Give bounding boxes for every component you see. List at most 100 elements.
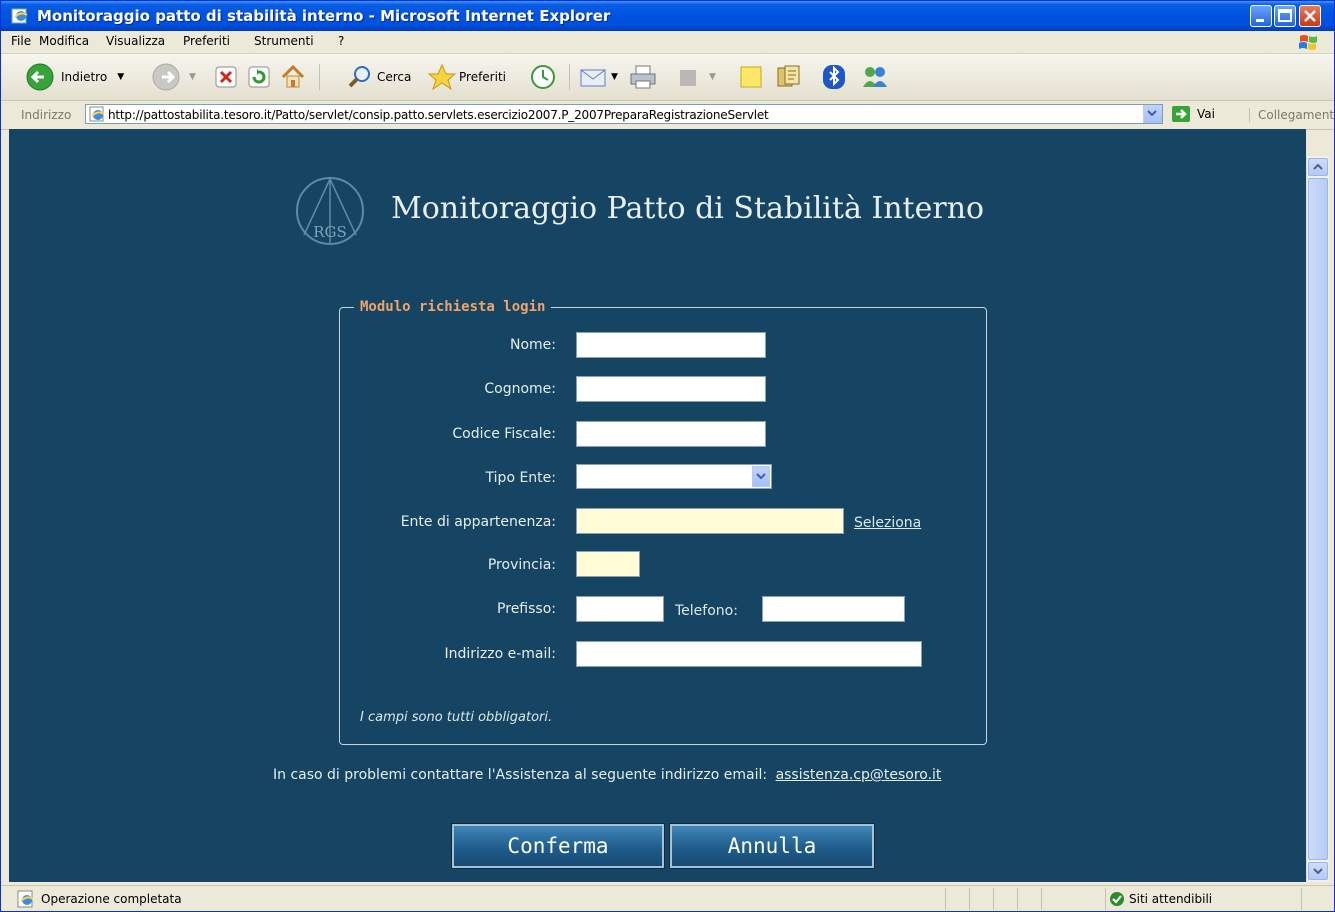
chevron-down-icon	[756, 473, 766, 480]
security-zone: Siti attendibili	[1129, 892, 1213, 906]
favorites-label: Preferiti	[459, 70, 506, 84]
prefisso-input[interactable]	[576, 596, 664, 622]
menu-modifica[interactable]: Modifica	[39, 34, 89, 48]
messenger-icon	[863, 67, 887, 87]
tipo-ente-label: Tipo Ente:	[485, 470, 556, 486]
edit-icon	[680, 70, 696, 86]
maximize-button[interactable]	[1274, 5, 1296, 27]
home-icon	[281, 64, 305, 88]
back-button[interactable]: Indietro ▼	[25, 62, 124, 92]
ente-appartenenza-input[interactable]	[576, 508, 844, 534]
links-button[interactable]: Collegamenti	[1249, 108, 1334, 122]
ie-page-icon	[11, 8, 28, 24]
window-title: Monitoraggio patto di stabilità interno …	[37, 7, 611, 25]
go-label: Vai	[1197, 107, 1215, 121]
print-button[interactable]	[629, 62, 657, 92]
minimize-icon	[1256, 19, 1264, 22]
toolbar: Indietro ▼ ▼ Cerca Preferiti ▼ ▼	[1, 54, 1334, 101]
research-button[interactable]	[775, 62, 805, 92]
refresh-icon	[248, 66, 270, 88]
address-dropdown-button[interactable]	[1143, 105, 1162, 123]
notes-button[interactable]	[737, 62, 765, 92]
cognome-input[interactable]	[576, 376, 766, 402]
chevron-down-icon	[1147, 110, 1157, 117]
sticky-note-icon	[740, 66, 762, 88]
search-button[interactable]: Cerca	[347, 62, 411, 92]
back-label: Indietro	[61, 70, 108, 84]
search-icon	[348, 66, 370, 88]
mail-dropdown-icon[interactable]: ▼	[611, 72, 618, 82]
forward-arrow-icon	[152, 63, 180, 91]
back-dropdown-icon[interactable]: ▼	[117, 72, 124, 82]
edit-dropdown-icon[interactable]: ▼	[709, 72, 716, 82]
scroll-down-button[interactable]	[1308, 862, 1328, 880]
provincia-label: Provincia:	[487, 557, 556, 573]
tipo-ente-dropdown-button[interactable]	[752, 466, 770, 487]
address-label: Indirizzo	[21, 108, 72, 122]
prefisso-label: Prefisso:	[497, 601, 556, 617]
cognome-label: Cognome:	[484, 381, 556, 397]
email-input[interactable]	[576, 641, 922, 667]
favorites-star-icon	[427, 63, 457, 91]
close-button[interactable]	[1299, 5, 1321, 27]
favorites-button[interactable]: Preferiti	[427, 62, 506, 92]
stop-button[interactable]	[214, 62, 238, 92]
search-label: Cerca	[377, 70, 412, 84]
history-icon	[531, 65, 555, 89]
bluetooth-button[interactable]	[821, 62, 847, 92]
trusted-sites-check-icon	[1110, 892, 1124, 906]
title-bar[interactable]: Monitoraggio patto di stabilità interno …	[1, 1, 1334, 31]
menu-file[interactable]: File	[11, 34, 31, 48]
help-email-link[interactable]: assistenza.cp@tesoro.it	[776, 767, 942, 783]
edit-button[interactable]: ▼	[677, 62, 716, 92]
chevron-down-icon	[1313, 868, 1323, 875]
address-url: http://pattostabilita.tesoro.it/Patto/se…	[108, 108, 769, 122]
nome-input[interactable]	[576, 332, 766, 358]
conferma-button[interactable]: Conferma	[451, 823, 665, 869]
vertical-scrollbar[interactable]	[1306, 156, 1329, 882]
stop-icon	[215, 66, 237, 88]
page-top-area	[9, 129, 1306, 156]
telefono-input[interactable]	[762, 596, 905, 622]
menu-help[interactable]: ?	[338, 34, 344, 48]
mail-icon	[580, 69, 606, 87]
required-note: I campi sono tutti obbligatori.	[360, 710, 553, 725]
print-icon	[630, 65, 656, 89]
forward-dropdown-icon[interactable]: ▼	[189, 72, 196, 82]
minimize-button[interactable]	[1250, 5, 1272, 27]
menu-strumenti[interactable]: Strumenti	[254, 34, 314, 48]
scroll-thumb[interactable]	[1308, 178, 1328, 860]
codice-fiscale-label: Codice Fiscale:	[452, 426, 556, 442]
ie-page-icon	[17, 890, 34, 908]
email-label: Indirizzo e-mail:	[444, 646, 556, 662]
menu-visualizza[interactable]: Visualizza	[106, 34, 165, 48]
go-button[interactable]: Vai	[1171, 105, 1215, 123]
mail-button[interactable]: ▼	[579, 62, 618, 92]
tipo-ente-select[interactable]	[576, 464, 772, 489]
close-icon	[1304, 10, 1316, 22]
rgs-logo: RGS	[296, 177, 364, 245]
seleziona-link[interactable]: Seleziona	[854, 515, 921, 531]
history-button[interactable]	[529, 62, 557, 92]
refresh-button[interactable]	[247, 62, 271, 92]
help-text: In caso di problemi contattare l'Assiste…	[273, 767, 768, 783]
messenger-button[interactable]	[859, 62, 891, 92]
ie-page-icon	[89, 106, 105, 122]
help-text-line: In caso di problemi contattare l'Assiste…	[273, 767, 941, 783]
menu-bar: File Modifica Visualizza Preferiti Strum…	[1, 31, 1334, 54]
nome-label: Nome:	[509, 337, 556, 353]
home-button[interactable]	[279, 62, 307, 92]
annulla-button[interactable]: Annulla	[669, 823, 875, 869]
maximize-icon	[1278, 9, 1292, 22]
telefono-label: Telefono:	[675, 603, 738, 619]
menu-preferiti[interactable]: Preferiti	[183, 34, 230, 48]
logo-text: RGS	[313, 223, 347, 241]
address-input[interactable]: http://pattostabilita.tesoro.it/Patto/se…	[85, 104, 1163, 124]
codice-fiscale-input[interactable]	[576, 421, 766, 447]
scroll-up-button[interactable]	[1308, 158, 1328, 176]
provincia-input[interactable]	[576, 551, 640, 577]
status-bar: Operazione completata Siti attendibili	[1, 885, 1334, 911]
forward-button[interactable]: ▼	[151, 62, 196, 92]
bluetooth-icon	[823, 65, 845, 89]
windows-logo-icon	[1299, 35, 1317, 50]
